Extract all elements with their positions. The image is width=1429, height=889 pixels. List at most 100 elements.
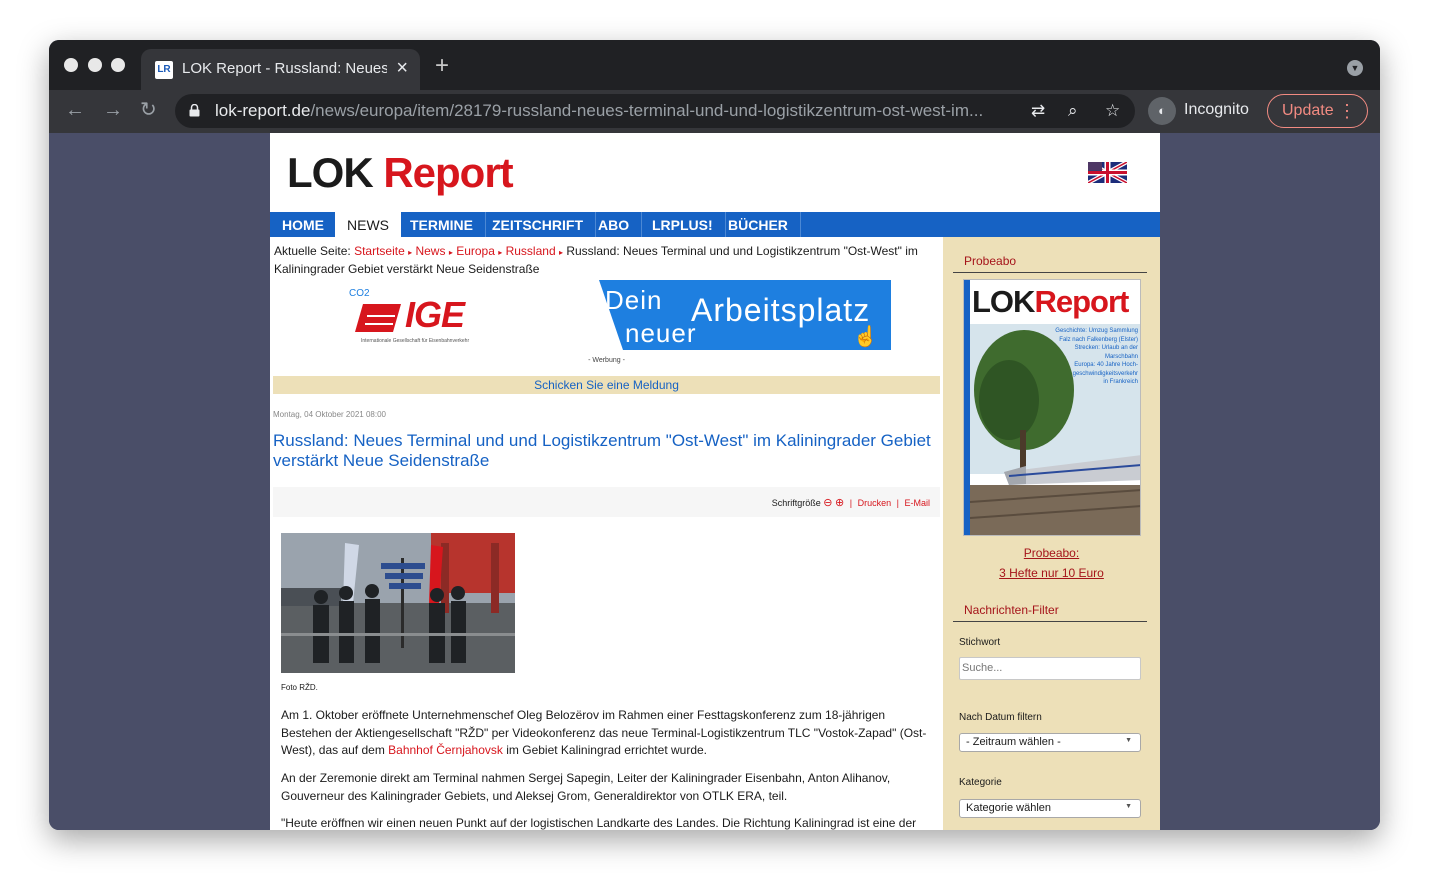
article-title[interactable]: Russland: Neues Terminal und und Logisti… xyxy=(273,431,938,471)
probeabo-heading: Probeabo xyxy=(964,254,1017,268)
submit-news-link[interactable]: Schicken Sie eine Meldung xyxy=(273,376,940,394)
maximize-window-button[interactable] xyxy=(111,58,125,72)
reload-icon[interactable]: ↻ xyxy=(140,98,157,122)
update-button[interactable]: Update ⋮ xyxy=(1267,94,1368,128)
sidebar-divider xyxy=(953,272,1147,273)
breadcrumb-arrow-icon: ▸ xyxy=(448,248,453,257)
main-menu: HOME NEWS TERMINE ZEITSCHRIFT ABO LRPLUS… xyxy=(270,212,1160,237)
breadcrumb-startseite[interactable]: Startseite xyxy=(354,244,405,258)
browser-toolbar: ← → ↻ lok-report.de/news/europa/item/281… xyxy=(49,90,1380,133)
category-select[interactable]: Kategorie wählen ▼ xyxy=(959,799,1141,818)
viewport: LOK Report HOME NEWS TERMINE ZEITSCHRIFT… xyxy=(49,133,1380,830)
menu-item-zeitschrift[interactable]: ZEITSCHRIFT xyxy=(480,212,596,237)
article-paragraph-3: "Heute eröffnen wir einen neuen Punkt au… xyxy=(281,816,917,830)
probeabo-link[interactable]: Probeabo: xyxy=(943,546,1160,560)
breadcrumb-europa[interactable]: Europa xyxy=(456,244,495,258)
breadcrumb-arrow-icon: ▸ xyxy=(558,248,563,257)
article-paragraph-2: An der Zeremonie direkt am Terminal nahm… xyxy=(281,771,891,803)
sidebar-divider xyxy=(953,621,1147,622)
tab-search-icon[interactable]: ▼ xyxy=(1347,60,1363,76)
url-text: lok-report.de/news/europa/item/28179-rus… xyxy=(215,101,984,120)
ad-brand: IGE xyxy=(405,294,465,335)
favicon-icon: LR xyxy=(155,61,173,79)
breadcrumb-news[interactable]: News xyxy=(415,244,445,258)
chevron-down-icon: ▼ xyxy=(1125,803,1132,810)
filter-heading: Nachrichten-Filter xyxy=(964,603,1059,617)
translate-icon[interactable]: ⇄ xyxy=(1031,101,1045,121)
print-link[interactable]: Drucken xyxy=(858,498,892,508)
lock-icon xyxy=(189,104,200,117)
bookmark-star-icon[interactable]: ☆ xyxy=(1105,101,1120,121)
close-tab-icon[interactable]: × xyxy=(396,57,408,79)
ad-banner-left: CO2 IGE Internationale Gesellschaft für … xyxy=(323,280,623,350)
back-icon[interactable]: ← xyxy=(65,98,85,122)
browser-tab[interactable]: LR LOK Report - Russland: Neues Terminal… xyxy=(141,49,420,90)
incognito-label: Incognito xyxy=(1184,101,1249,118)
hand-cursor-icon: ☝ xyxy=(853,326,878,348)
magazine-cover[interactable]: LOKReport Geschichte: Umzug Sammlung Fal… xyxy=(963,279,1141,536)
language-flag-icon[interactable] xyxy=(1088,162,1127,183)
article-photo[interactable] xyxy=(281,533,515,673)
date-filter-label: Nach Datum filtern xyxy=(959,712,1042,723)
zoom-icon[interactable]: ⌕ xyxy=(1068,101,1078,121)
tools-divider: | xyxy=(849,498,853,508)
date-range-select[interactable]: - Zeitraum wählen - ▼ xyxy=(959,733,1141,752)
font-increase-icon[interactable]: ⊕ xyxy=(835,497,844,509)
minimize-window-button[interactable] xyxy=(88,58,102,72)
ad-label: - Werbung - xyxy=(588,357,625,364)
bahnhof-link[interactable]: Bahnhof Černjahovsk xyxy=(388,743,503,757)
site-header: LOK Report xyxy=(270,133,1160,212)
breadcrumb-prefix: Aktuelle Seite: xyxy=(274,244,351,258)
menu-item-home[interactable]: HOME xyxy=(270,212,337,237)
menu-item-abo[interactable]: ABO xyxy=(586,212,643,237)
ad-co2: CO2 xyxy=(349,288,370,299)
breadcrumb-russland[interactable]: Russland xyxy=(506,244,556,258)
menu-item-buecher[interactable]: BÜCHER xyxy=(716,212,801,237)
article-tools-row: Schriftgröße ⊖ ⊕ | Drucken | E-Mail xyxy=(772,496,930,509)
browser-window: LR LOK Report - Russland: Neues Terminal… xyxy=(49,40,1380,830)
chevron-down-icon: ▼ xyxy=(1125,737,1132,744)
category-value: Kategorie wählen xyxy=(966,802,1052,814)
category-label: Kategorie xyxy=(959,777,1002,788)
cover-logo: LOKReport xyxy=(972,284,1129,319)
main-content: Aktuelle Seite: Startseite ▸ News ▸ Euro… xyxy=(270,237,943,830)
menu-item-termine[interactable]: TERMINE xyxy=(398,212,486,237)
more-menu-icon[interactable]: ⋮ xyxy=(1338,99,1356,123)
web-page: LOK Report HOME NEWS TERMINE ZEITSCHRIFT… xyxy=(270,133,1160,830)
article-date: Montag, 04 Oktober 2021 08:00 xyxy=(273,410,386,419)
tools-divider: | xyxy=(896,498,899,508)
forward-icon[interactable]: → xyxy=(103,98,123,122)
ad-text-2: Arbeitsplatz xyxy=(691,292,871,328)
tab-title: LOK Report - Russland: Neues Terminal xyxy=(182,60,387,77)
article-tools: Schriftgröße ⊖ ⊕ | Drucken | E-Mail xyxy=(273,487,940,517)
new-tab-icon[interactable]: + xyxy=(435,54,449,78)
address-bar[interactable]: lok-report.de/news/europa/item/28179-rus… xyxy=(175,94,1135,128)
date-range-value: - Zeitraum wählen - xyxy=(966,736,1061,748)
site-logo[interactable]: LOK Report xyxy=(287,149,514,197)
breadcrumb-arrow-icon: ▸ xyxy=(408,248,413,257)
update-label: Update xyxy=(1282,102,1334,119)
sidebar: Probeabo LOKReport Geschichte: Umzug Sam… xyxy=(943,237,1160,830)
keyword-label: Stichwort xyxy=(959,637,1001,648)
ige-logo-icon xyxy=(355,304,401,332)
menu-item-lrplus[interactable]: LRPLUS! xyxy=(640,212,726,237)
ad-banner[interactable]: CO2 IGE Internationale Gesellschaft für … xyxy=(323,280,891,350)
article-paragraph-1: Am 1. Oktober eröffnete Unternehmenschef… xyxy=(281,708,927,757)
close-window-button[interactable] xyxy=(64,58,78,72)
search-input[interactable]: Suche... xyxy=(959,657,1141,680)
ceremony-photo-icon xyxy=(281,533,515,673)
title-bar: LR LOK Report - Russland: Neues Terminal… xyxy=(49,40,1380,90)
breadcrumb: Aktuelle Seite: Startseite ▸ News ▸ Euro… xyxy=(274,243,934,278)
font-size-label: Schriftgröße xyxy=(771,498,821,508)
probeabo-offer-link[interactable]: 3 Hefte nur 10 Euro xyxy=(943,566,1160,580)
cover-lines: Geschichte: Umzug Sammlung Falz nach Fal… xyxy=(1055,328,1138,385)
incognito-icon: ◐ xyxy=(1148,97,1176,125)
menu-item-news[interactable]: NEWS xyxy=(335,212,401,237)
ad-brand-sub: Internationale Gesellschaft für Eisenbah… xyxy=(361,338,470,344)
ad-text-3: neuer xyxy=(625,318,697,348)
photo-caption: Foto RŽD. xyxy=(281,683,318,692)
font-decrease-icon[interactable]: ⊖ xyxy=(823,497,832,509)
email-link[interactable]: E-Mail xyxy=(904,498,930,508)
ad-text-1: Dein xyxy=(605,285,663,315)
breadcrumb-arrow-icon: ▸ xyxy=(498,248,503,257)
